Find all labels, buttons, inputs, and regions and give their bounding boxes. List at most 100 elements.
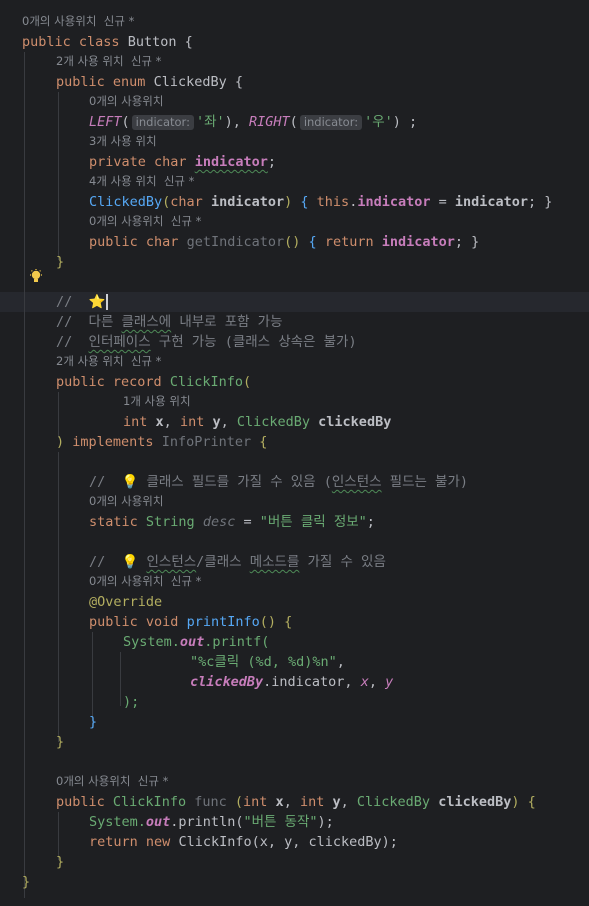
code-editor[interactable]: 0개의 사용위치 신규 * public class Button { 2개 사… [0,0,589,906]
comment-slashes: // [56,294,73,310]
println-call: System.out.println("버튼 동작"); [89,812,334,832]
usage-hint[interactable]: 3개 사용 위치 [89,131,157,151]
keyword-return: return [89,834,138,850]
interface-name: InfoPrinter [161,434,252,450]
comment-text: /클래스 [196,554,250,570]
closing-brace: } [56,734,65,750]
usage-hint[interactable]: 0개의 사용위치 신규 * [89,211,201,231]
closing-brace: } [89,714,98,730]
closing-brace: } [22,874,31,890]
char-literal: '좌' [195,114,225,130]
punctuation: ) { [511,794,536,810]
lightbulb-emoji-icon: 💡 [121,474,139,490]
override-annotation: @Override [89,594,163,610]
indent-guide [58,452,59,742]
comment-line: // ⭐ [56,292,109,312]
usage-hint[interactable]: 4개 사용 위치 신규 * [89,171,194,191]
enum-constants: LEFT(indicator: '좌'), RIGHT(indicator: '우'… [89,114,418,130]
operator: = [430,194,455,210]
class-ref: ClickInfo [178,834,252,850]
keyword-static: static [89,514,138,530]
param-y: y [332,794,341,810]
keyword-public: public [56,794,105,810]
method-getter: public char getIndicator() { return indi… [89,234,480,250]
static-field-out: out [145,814,171,830]
keyword-new: new [145,834,171,850]
constructor-name: ClickInfo [112,794,187,810]
func-label: func [194,794,227,810]
keyword-enum: enum [112,74,146,90]
field-ref: indicator [357,194,431,210]
usage-hint[interactable]: 2개 사용 위치 신규 * [56,351,161,371]
class-name: Button [127,34,177,50]
enum-declaration: public enum ClickedBy { [56,72,243,92]
usage-hint[interactable]: 0개의 사용위치 신규 * [89,571,201,591]
class-declaration: public class Button { [22,32,193,52]
static-field: static String desc = "버튼 클릭 정보"; [89,512,375,532]
comment-slashes: // [56,334,73,350]
string-literal: "버튼 클릭 정보" [259,514,367,530]
type-name: String [145,514,195,530]
constructor: ClickedBy(char indicator) { this.indicat… [89,194,553,210]
usage-hint[interactable]: 2개 사용 위치 신규 * [56,51,161,71]
accessor-y: y [385,674,394,690]
comment-slashes: // [56,314,73,330]
comment-line: // 인터페이스 구현 가능 (클래스 상속은 불가) [56,332,357,352]
brace: { [234,74,244,90]
keyword-return: return [324,234,374,250]
printf-call: System.out.printf( [123,632,269,652]
usage-hint[interactable]: 1개 사용 위치 [123,391,191,411]
parameter-hint: indicator: [131,115,194,130]
char-literal: '우' [364,114,393,130]
keyword-int: int [243,794,268,810]
enum-name: ClickedBy [153,74,227,90]
usage-hint[interactable]: 0개의 사용위치 [89,491,163,511]
usage-hint[interactable]: 0개의 사용위치 신규 * [56,771,168,791]
paren: ) [56,434,65,450]
string-literal: "%c클릭 (%d, %d)%n" [190,654,337,670]
keyword-char: char [154,154,187,170]
component-clickedby: clickedBy [318,414,392,430]
keyword-int: int [299,794,325,810]
constructor-func: public ClickInfo func (int x, int y, Cli… [56,794,536,810]
parameter-ref: indicator [454,194,529,210]
comment-text: 내부로 포함 가능 [171,314,283,330]
method-name: printInfo [186,614,260,630]
lightbulb-emoji-icon: 💡 [121,554,139,570]
keyword-char: char [145,234,179,250]
system-class: System. [123,634,180,650]
lightbulb-icon[interactable] [29,269,43,285]
typo-word: 인터페이스 [88,334,151,350]
keyword-public: public [56,374,105,390]
static-field-out: out [179,634,205,650]
component-y: y [212,414,221,430]
comma: , [368,674,386,690]
accessor-clickedby: clickedBy [190,674,264,690]
usage-hint[interactable]: 0개의 사용위치 신규 * [22,11,134,31]
comma: , [336,654,345,670]
constructor-args: (x, y, clickedBy); [251,834,398,850]
punctuation: ; } [528,194,553,210]
return-statement: return new ClickInfo(x, y, clickedBy); [89,832,398,852]
keyword-record: record [112,374,162,390]
component-x: x [155,414,164,430]
accessor-x: x [360,674,369,690]
comment-line: // 💡 클래스 필드를 가질 수 있음 (인스턴스 필드는 불가) [89,472,468,492]
keyword-class: class [78,34,120,50]
punctuation: ; } [454,234,480,250]
semicolon: ; [366,514,375,530]
type-name: ClickedBy [356,794,431,810]
field-declaration: private char indicator; [89,152,276,172]
record-components: int x, int y, ClickedBy clickedBy [123,414,392,430]
comment-text: 구현 가능 (클래스 상속은 불가) [150,334,357,350]
usage-hint[interactable]: 0개의 사용위치 [89,91,163,111]
format-string: "%c클릭 (%d, %d)%n", [190,652,345,672]
comment-slashes: // [89,554,106,570]
system-class: System. [89,814,146,830]
keyword-public: public [89,614,138,630]
comment-text: 다른 [88,314,122,330]
keyword-private: private [89,154,146,170]
field-name: desc [202,514,236,530]
keyword-int: int [123,414,148,430]
keyword-public: public [56,74,105,90]
